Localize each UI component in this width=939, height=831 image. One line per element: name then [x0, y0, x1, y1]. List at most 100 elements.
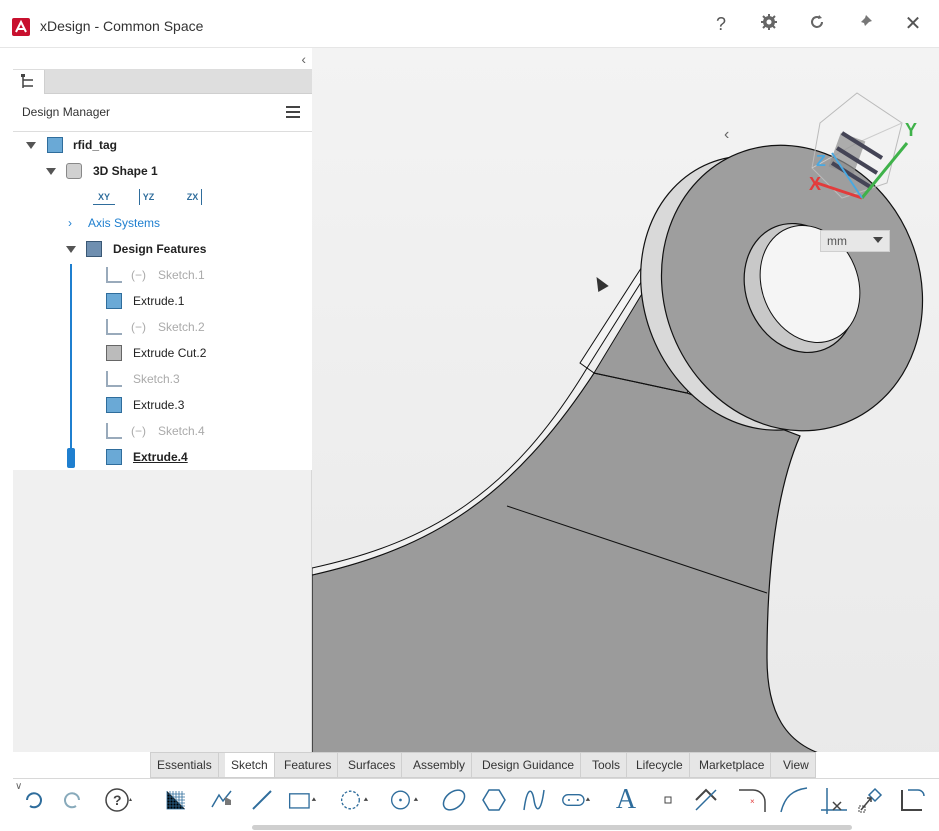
sketch-icon	[106, 319, 122, 335]
line-icon[interactable]	[247, 785, 277, 815]
axis-x-label: X	[809, 174, 821, 194]
toolbar-scrollbar[interactable]	[252, 825, 852, 830]
tree-item-feature[interactable]: Sketch.3	[13, 368, 312, 390]
tree-item-label: 3D Shape 1	[93, 164, 158, 178]
tree-item-label: Axis Systems	[88, 216, 161, 230]
plane-icons-row: XY YZ ZX	[93, 186, 293, 208]
tree-item-label: Extrude.1	[133, 294, 185, 308]
svg-text:?: ?	[113, 792, 122, 808]
tree-item-feature[interactable]: (−) Sketch.1	[13, 264, 312, 286]
tree-item-feature[interactable]: (−) Sketch.2	[13, 316, 312, 338]
tree-item-shape[interactable]: 3D Shape 1	[13, 160, 312, 182]
tree-item-label: Extrude.4	[133, 450, 188, 464]
extrude-icon	[106, 449, 122, 465]
sketch-toolbar: ∨ ? A ×	[13, 778, 939, 823]
sketch-icon	[106, 371, 122, 387]
tree-item-feature[interactable]: (−) Sketch.4	[13, 420, 312, 442]
pin-icon[interactable]	[854, 13, 876, 35]
app-window: xDesign - Common Space ? ✕ Y X Z ‹ mm ‹ …	[0, 0, 939, 831]
expand-triangle-icon[interactable]	[46, 168, 56, 175]
design-manager-header: Design Manager	[13, 94, 312, 132]
settings-gear-icon[interactable]	[758, 13, 780, 35]
tab-tools[interactable]: Tools	[586, 753, 628, 777]
sketch-exit-icon[interactable]	[897, 785, 927, 815]
tab-sketch[interactable]: Sketch	[225, 753, 275, 777]
convert-icon[interactable]	[857, 785, 887, 815]
plane-zx-icon[interactable]: ZX	[184, 189, 202, 205]
chevron-left-icon[interactable]: ‹	[724, 126, 729, 144]
design-manager-panel: ‹ Design Manager rfid_tag 3D Shape 1 XY …	[13, 48, 312, 752]
expand-triangle-icon[interactable]	[66, 246, 76, 253]
smart-dimension-icon[interactable]	[207, 785, 237, 815]
tree-item-axis-systems[interactable]: › Axis Systems	[13, 212, 312, 234]
tree-item-label: Sketch.3	[133, 372, 180, 386]
sketch-icon	[106, 267, 122, 283]
tree-item-feature[interactable]: Extrude.1	[13, 290, 312, 312]
suppressed-marker: (−)	[131, 320, 146, 334]
plane-xy-icon[interactable]: XY	[93, 189, 115, 205]
redo-icon[interactable]	[57, 785, 87, 815]
title-bar: xDesign - Common Space ? ✕	[0, 0, 939, 48]
undo-icon[interactable]	[19, 785, 49, 815]
help-icon[interactable]: ?	[710, 13, 732, 35]
3d-viewport[interactable]: Y X Z ‹ mm	[312, 48, 939, 778]
rectangle-icon[interactable]	[287, 785, 317, 815]
tab-surfaces[interactable]: Surfaces	[342, 753, 403, 777]
extrude-icon	[106, 397, 122, 413]
suppressed-marker: (−)	[131, 424, 146, 438]
extrude-icon	[106, 293, 122, 309]
extrude-cut-icon	[106, 345, 122, 361]
expand-triangle-icon[interactable]	[26, 142, 36, 149]
arc-icon[interactable]	[339, 785, 369, 815]
ellipse-icon[interactable]	[439, 785, 469, 815]
tab-marketplace[interactable]: Marketplace	[693, 753, 772, 777]
tree-item-label: Sketch.4	[158, 424, 205, 438]
tab-essentials[interactable]: Essentials	[151, 753, 219, 777]
tree-item-design-features[interactable]: Design Features	[13, 238, 312, 260]
tab-view[interactable]: View	[777, 753, 815, 777]
tab-lifecycle[interactable]: Lifecycle	[630, 753, 690, 777]
tree-item-label: Extrude Cut.2	[133, 346, 207, 360]
polygon-icon[interactable]	[479, 785, 509, 815]
slot-icon[interactable]	[561, 785, 591, 815]
point-icon[interactable]	[653, 785, 683, 815]
help-dropdown-icon[interactable]: ?	[103, 785, 133, 815]
app-logo-icon	[12, 18, 30, 36]
units-dropdown[interactable]: mm	[820, 230, 890, 252]
grid-icon[interactable]	[161, 785, 191, 815]
tree-item-feature[interactable]: Extrude Cut.2	[13, 342, 312, 364]
circle-icon[interactable]	[389, 785, 419, 815]
offset-icon[interactable]	[819, 785, 849, 815]
chevron-right-icon[interactable]: ›	[68, 212, 72, 234]
hamburger-menu-icon[interactable]	[286, 106, 300, 118]
panel-title: Design Manager	[22, 105, 111, 119]
part-icon	[47, 137, 63, 153]
text-icon[interactable]: A	[611, 784, 641, 815]
construction-icon[interactable]	[691, 785, 721, 815]
fillet-icon[interactable]	[779, 785, 809, 815]
shape-icon	[66, 163, 82, 179]
plane-yz-icon[interactable]: YZ	[139, 189, 157, 205]
chevron-down-icon	[873, 237, 883, 243]
tab-features[interactable]: Features	[278, 753, 339, 777]
tree-item-feature-current[interactable]: Extrude.4	[13, 446, 312, 468]
command-tab-bar: Essentials Sketch Features Surfaces Asse…	[150, 752, 816, 778]
tree-item-root[interactable]: rfid_tag	[13, 134, 312, 156]
tree-view-tab[interactable]	[13, 70, 45, 94]
feature-tree: rfid_tag 3D Shape 1 XY YZ ZX › Axis Syst…	[13, 132, 312, 470]
collapse-panel-icon[interactable]: ‹	[301, 51, 306, 67]
tree-item-feature[interactable]: Extrude.3	[13, 394, 312, 416]
panel-tab-strip	[13, 70, 312, 94]
tree-item-label: Design Features	[113, 242, 207, 256]
features-folder-icon	[86, 241, 102, 257]
trim-icon[interactable]: ×	[737, 785, 767, 815]
tree-item-label: Sketch.1	[158, 268, 205, 282]
spline-icon[interactable]	[519, 785, 549, 815]
close-icon[interactable]: ✕	[902, 13, 924, 35]
app-title: xDesign - Common Space	[40, 18, 204, 34]
refresh-icon[interactable]	[806, 13, 828, 35]
suppressed-marker: (−)	[131, 268, 146, 282]
tab-design-guidance[interactable]: Design Guidance	[476, 753, 582, 777]
units-value: mm	[827, 234, 847, 248]
tab-assembly[interactable]: Assembly	[407, 753, 473, 777]
